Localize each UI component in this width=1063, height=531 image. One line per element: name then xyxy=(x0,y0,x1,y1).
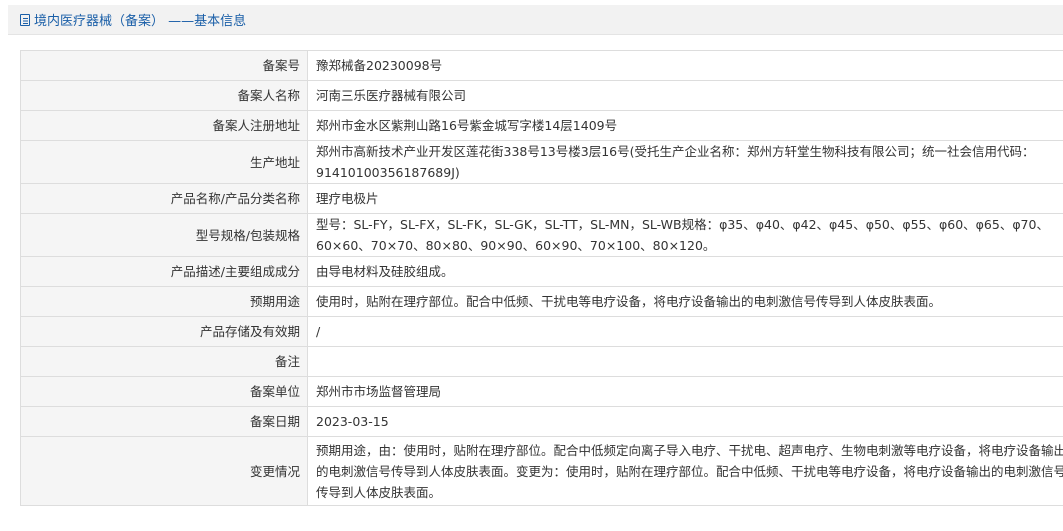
field-value-product-name: 理疗电极片 xyxy=(307,183,1063,214)
field-value-product-description: 由导电材料及硅胶组成。 xyxy=(307,256,1063,287)
field-label-storage-validity: 产品存储及有效期 xyxy=(20,316,308,347)
table-row: 产品存储及有效期 / xyxy=(20,316,1063,347)
document-icon xyxy=(20,13,30,26)
table-row: 备案号 豫郑械备20230098号 xyxy=(20,50,1063,81)
field-value-model-spec: 型号：SL-FY，SL-FX，SL-FK，SL-GK，SL-TT，SL-MN，S… xyxy=(307,213,1063,257)
table-row: 生产地址 郑州市高新技术产业开发区莲花街338号13号楼3层16号(受托生产企业… xyxy=(20,140,1063,184)
table-row: 备案人注册地址 郑州市金水区紫荆山路16号紫金城写字楼14层1409号 xyxy=(20,110,1063,141)
field-label-model-spec: 型号规格/包装规格 xyxy=(20,213,308,257)
field-value-record-authority: 郑州市市场监督管理局 xyxy=(307,376,1063,407)
field-label-remarks: 备注 xyxy=(20,346,308,377)
table-row: 产品描述/主要组成成分 由导电材料及硅胶组成。 xyxy=(20,256,1063,287)
table-row: 备案日期 2023-03-15 xyxy=(20,406,1063,437)
field-label-registrant-address: 备案人注册地址 xyxy=(20,110,308,141)
field-value-registrant-name: 河南三乐医疗器械有限公司 xyxy=(307,80,1063,111)
field-value-storage-validity: / xyxy=(307,316,1063,347)
field-label-record-authority: 备案单位 xyxy=(20,376,308,407)
field-label-record-number: 备案号 xyxy=(20,50,308,81)
table-row: 产品名称/产品分类名称 理疗电极片 xyxy=(20,183,1063,214)
basic-info-table: 备案号 豫郑械备20230098号 备案人名称 河南三乐医疗器械有限公司 备案人… xyxy=(20,50,1063,506)
section-header: 境内医疗器械（备案） ——基本信息 xyxy=(8,5,1063,35)
field-label-product-description: 产品描述/主要组成成分 xyxy=(20,256,308,287)
section-title: 境内医疗器械（备案） ——基本信息 xyxy=(34,14,247,29)
field-value-record-date: 2023-03-15 xyxy=(307,406,1063,437)
table-row: 预期用途 使用时，贴附在理疗部位。配合中低频、干扰电等电疗设备，将电疗设备输出的… xyxy=(20,286,1063,317)
field-value-intended-use: 使用时，贴附在理疗部位。配合中低频、干扰电等电疗设备，将电疗设备输出的电刺激信号… xyxy=(307,286,1063,317)
field-value-remarks xyxy=(307,346,1063,377)
field-label-change-history: 变更情况 xyxy=(20,436,308,506)
field-value-production-address: 郑州市高新技术产业开发区莲花街338号13号楼3层16号(受托生产企业名称：郑州… xyxy=(307,140,1063,184)
field-label-production-address: 生产地址 xyxy=(20,140,308,184)
table-row: 备案人名称 河南三乐医疗器械有限公司 xyxy=(20,80,1063,111)
table-row: 备注 xyxy=(20,346,1063,377)
field-label-record-date: 备案日期 xyxy=(20,406,308,437)
field-label-intended-use: 预期用途 xyxy=(20,286,308,317)
table-row: 变更情况 预期用途，由：使用时，贴附在理疗部位。配合中低频定向离子导入电疗、干扰… xyxy=(20,436,1063,506)
field-value-change-history: 预期用途，由：使用时，贴附在理疗部位。配合中低频定向离子导入电疗、干扰电、超声电… xyxy=(307,436,1063,506)
table-row: 备案单位 郑州市市场监督管理局 xyxy=(20,376,1063,407)
table-row: 型号规格/包装规格 型号：SL-FY，SL-FX，SL-FK，SL-GK，SL-… xyxy=(20,213,1063,257)
field-value-registrant-address: 郑州市金水区紫荆山路16号紫金城写字楼14层1409号 xyxy=(307,110,1063,141)
field-label-product-name: 产品名称/产品分类名称 xyxy=(20,183,308,214)
field-value-record-number: 豫郑械备20230098号 xyxy=(307,50,1063,81)
field-label-registrant-name: 备案人名称 xyxy=(20,80,308,111)
